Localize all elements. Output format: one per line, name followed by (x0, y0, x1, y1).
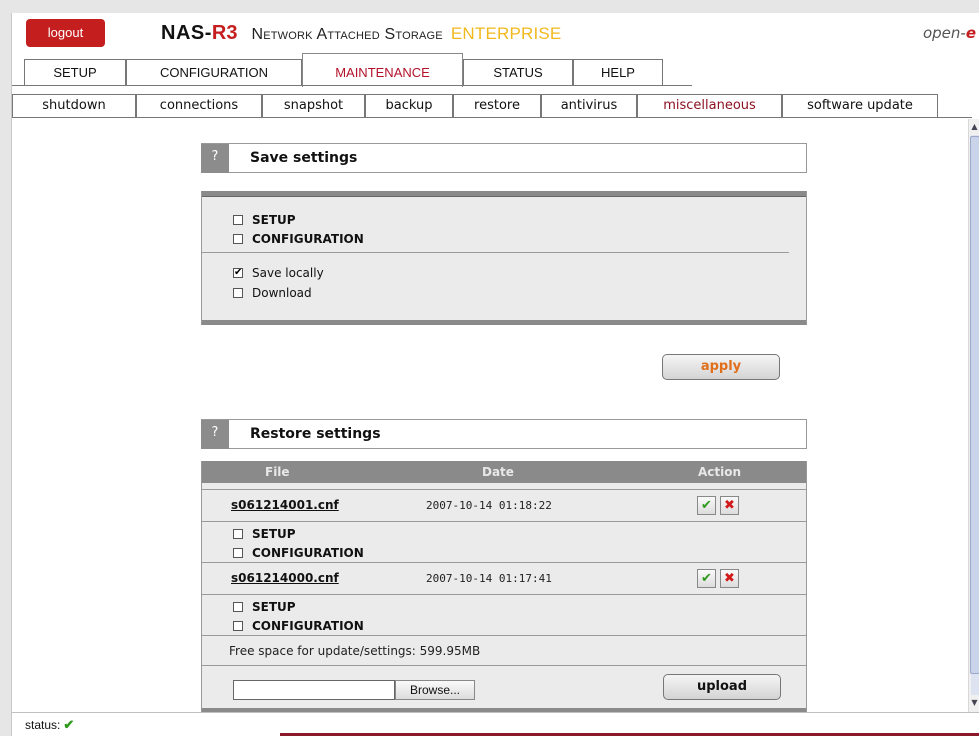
vendor-logo: open-e (923, 24, 976, 42)
save-settings-header: ? Save settings (201, 143, 807, 173)
file-options: SETUP CONFIGURATION (202, 521, 806, 562)
panel-divider (202, 252, 789, 253)
tab-maintenance[interactable]: MAINTENANCE (302, 53, 463, 87)
free-space-row: Free space for update/settings: 599.95MB (202, 635, 806, 665)
vertical-scrollbar[interactable]: ▲ ▼ (968, 119, 979, 712)
save-target-local[interactable]: Save locally (233, 264, 324, 282)
check-icon: ✔ (63, 717, 75, 732)
restore-settings-panel: File Date Action s061214001.cnf 2007-10-… (201, 461, 807, 713)
main-tab-bar: SETUP CONFIGURATION MAINTENANCE STATUS H… (12, 53, 979, 87)
checkbox-label: CONFIGURATION (252, 546, 364, 560)
checkbox-label: Download (252, 286, 312, 300)
restore-option-configuration[interactable]: CONFIGURATION (233, 544, 364, 562)
checkbox[interactable] (233, 621, 243, 631)
table-row: s061214000.cnf 2007-10-14 01:17:41 ✔ ✖ (202, 562, 806, 594)
checkbox[interactable] (233, 529, 243, 539)
file-link[interactable]: s061214000.cnf (231, 571, 339, 585)
brand-name-model: R3 (211, 22, 238, 44)
delete-x-icon[interactable]: ✖ (720, 496, 739, 515)
vendor-logo-prefix: open- (922, 24, 966, 42)
checkbox-label: SETUP (252, 213, 296, 227)
content-area: ? Save settings SETUP CONFIGURATION Save… (12, 119, 968, 713)
subtab-miscellaneous[interactable]: miscellaneous (637, 94, 782, 118)
tab-status[interactable]: STATUS (463, 59, 573, 86)
panel-top-bar (202, 191, 806, 197)
subtab-shutdown[interactable]: shutdown (12, 94, 136, 118)
file-options: SETUP CONFIGURATION (202, 594, 806, 635)
panel-bottom-bar (202, 320, 806, 325)
status-label: status: ✔ (25, 717, 74, 733)
column-header-file: File (265, 465, 290, 479)
restore-check-icon[interactable]: ✔ (697, 496, 716, 515)
help-icon[interactable]: ? (201, 144, 229, 173)
restore-settings-title: Restore settings (250, 426, 381, 442)
apply-button[interactable]: apply (662, 354, 780, 380)
checkbox-checked[interactable] (233, 268, 243, 278)
tab-help[interactable]: HELP (573, 59, 663, 86)
table-row: s061214001.cnf 2007-10-14 01:18:22 ✔ ✖ (202, 489, 806, 521)
scroll-down-arrow-icon[interactable]: ▼ (969, 697, 979, 709)
save-target-download[interactable]: Download (233, 284, 312, 302)
logout-button[interactable]: logout (26, 19, 105, 47)
help-icon[interactable]: ? (201, 420, 229, 449)
free-space-text: Free space for update/settings: 599.95MB (229, 644, 481, 658)
upload-button[interactable]: upload (663, 674, 781, 700)
save-option-configuration[interactable]: CONFIGURATION (233, 230, 364, 248)
save-option-setup[interactable]: SETUP (233, 211, 296, 229)
subtab-restore[interactable]: restore (453, 94, 541, 118)
delete-x-icon[interactable]: ✖ (720, 569, 739, 588)
restore-option-setup[interactable]: SETUP (233, 525, 296, 543)
table-header: File Date Action (202, 461, 806, 483)
tab-setup[interactable]: SETUP (24, 59, 126, 86)
checkbox-label: SETUP (252, 527, 296, 541)
brand-edition: ENTERPRISE (450, 24, 562, 43)
brand-subtitle: Network Attached Storage (251, 26, 443, 43)
restore-option-setup[interactable]: SETUP (233, 598, 296, 616)
subtab-backup[interactable]: backup (365, 94, 453, 118)
status-text: status: (25, 718, 61, 732)
file-date: 2007-10-14 01:17:41 (426, 572, 552, 585)
checkbox[interactable] (233, 215, 243, 225)
scroll-thumb[interactable] (970, 136, 979, 674)
restore-check-icon[interactable]: ✔ (697, 569, 716, 588)
sub-tab-bar: shutdown connections snapshot backup res… (12, 86, 979, 118)
upload-row: Browse... upload (202, 665, 806, 708)
tab-configuration[interactable]: CONFIGURATION (126, 59, 302, 86)
checkbox-label: SETUP (252, 600, 296, 614)
checkbox-label: CONFIGURATION (252, 619, 364, 633)
checkbox[interactable] (233, 602, 243, 612)
column-header-date: Date (482, 465, 514, 479)
checkbox-label: CONFIGURATION (252, 232, 364, 246)
browse-button[interactable]: Browse... (395, 680, 475, 700)
vendor-logo-suffix: e (965, 24, 976, 42)
restore-option-configuration[interactable]: CONFIGURATION (233, 617, 364, 635)
subtab-software-update[interactable]: software update (782, 94, 938, 118)
column-header-action: Action (698, 465, 742, 479)
brand-name-prefix: NAS- (161, 22, 212, 44)
sub-tab-divider (12, 117, 972, 118)
restore-settings-header: ? Restore settings (201, 419, 807, 449)
save-settings-title: Save settings (250, 150, 358, 166)
file-date: 2007-10-14 01:18:22 (426, 499, 552, 512)
file-path-input[interactable] (233, 680, 395, 700)
subtab-antivirus[interactable]: antivirus (541, 94, 637, 118)
checkbox-label: Save locally (252, 266, 324, 280)
checkbox[interactable] (233, 548, 243, 558)
subtab-connections[interactable]: connections (136, 94, 262, 118)
header-bar: logout NAS- R3 Network Attached Storage E… (12, 13, 979, 52)
subtab-snapshot[interactable]: snapshot (262, 94, 365, 118)
file-link[interactable]: s061214001.cnf (231, 498, 339, 512)
checkbox[interactable] (233, 288, 243, 298)
checkbox[interactable] (233, 234, 243, 244)
product-logo: NAS- R3 Network Attached Storage ENTERPRI… (161, 22, 561, 46)
scroll-up-arrow-icon[interactable]: ▲ (969, 121, 979, 133)
save-settings-panel: SETUP CONFIGURATION Save locally Downloa… (201, 191, 807, 325)
app-window: logout NAS- R3 Network Attached Storage E… (11, 13, 979, 736)
